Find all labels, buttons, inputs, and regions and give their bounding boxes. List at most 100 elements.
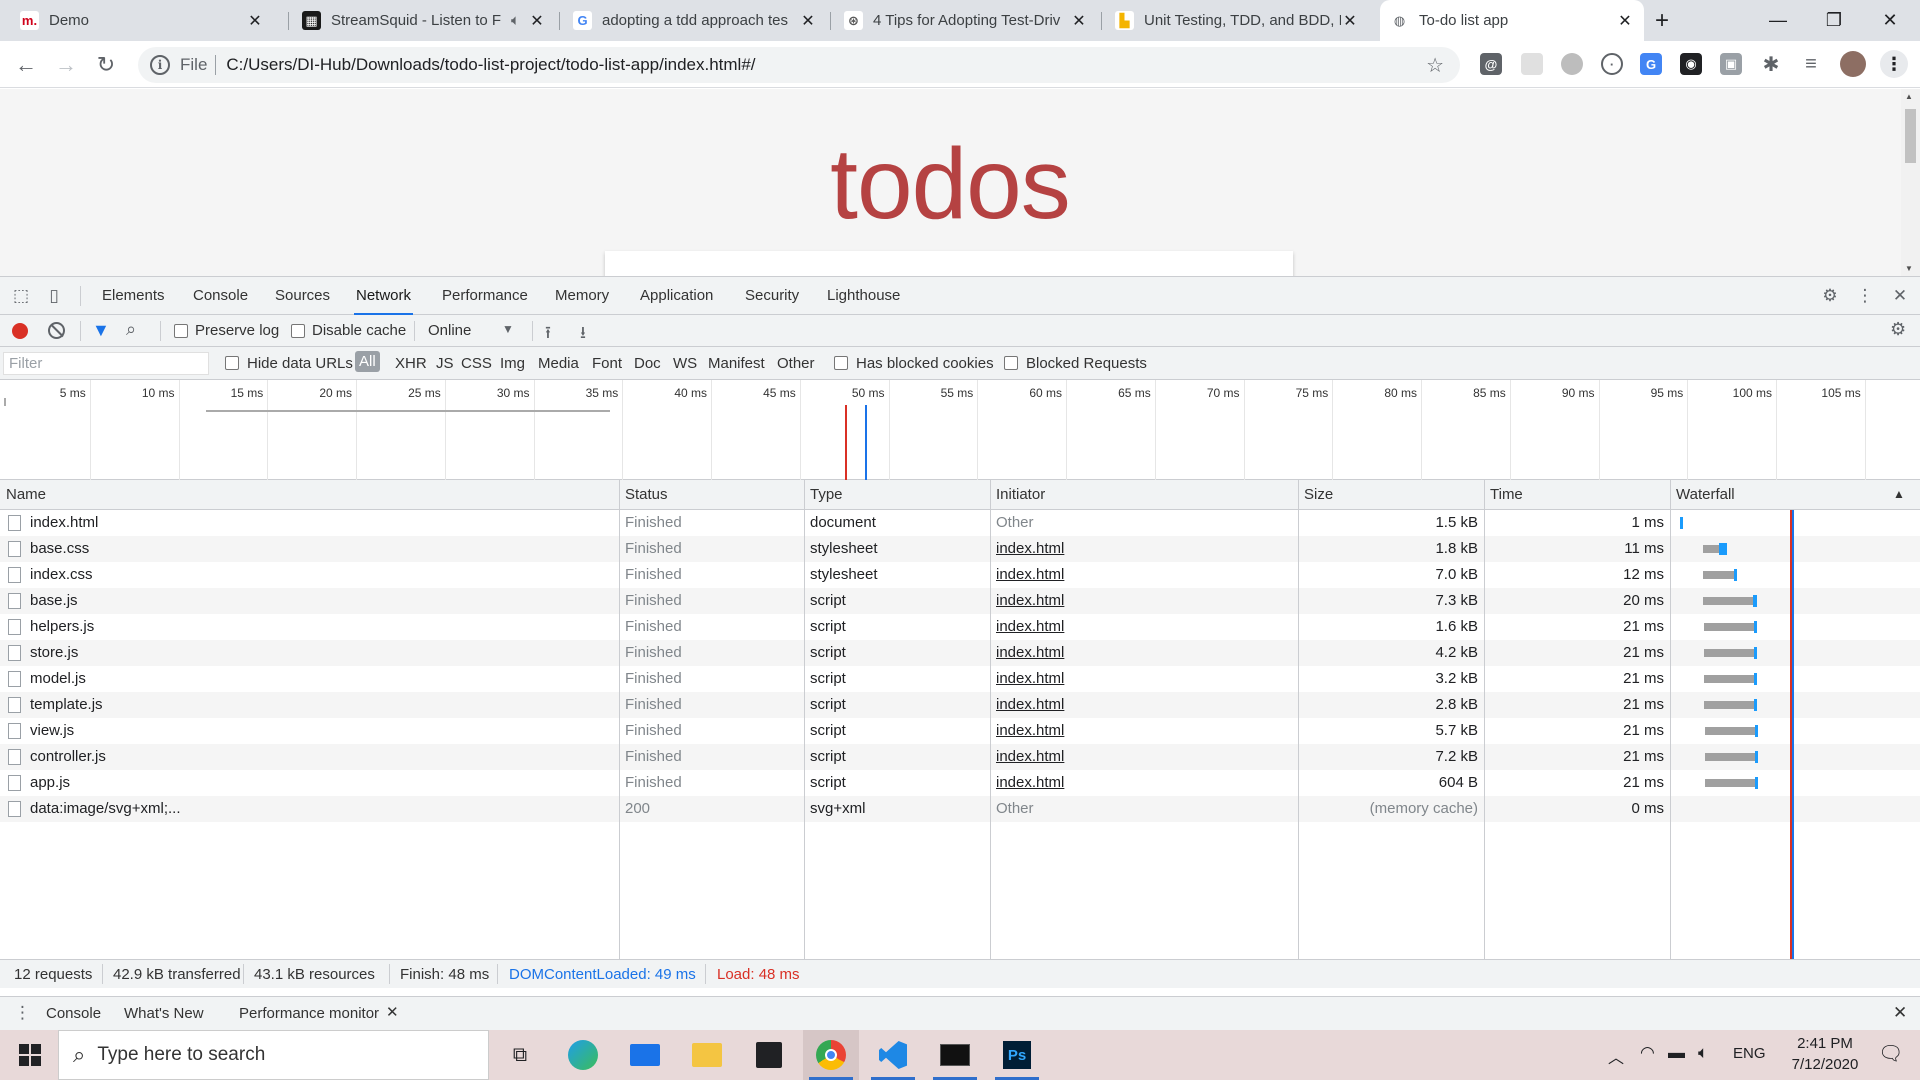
table-row[interactable]: index.html Finished document Other 1.5 kB 1 m… bbox=[0, 510, 1920, 536]
filter-type-css[interactable]: CSS bbox=[461, 355, 492, 372]
table-row[interactable]: view.js Finished script index.html 5.7 kB 21 … bbox=[0, 718, 1920, 744]
camera-icon[interactable]: ◉ bbox=[1680, 53, 1702, 75]
filter-type-ws[interactable]: WS bbox=[673, 355, 697, 372]
column-header-initiator[interactable]: Initiator bbox=[990, 480, 1298, 510]
page-scrollbar[interactable]: ▲ ▼ bbox=[1901, 89, 1920, 276]
url-text[interactable]: C:/Users/DI-Hub/Downloads/todo-list-proj… bbox=[226, 55, 755, 75]
cell-initiator[interactable]: index.html bbox=[996, 640, 1292, 666]
extension-icon[interactable] bbox=[1521, 53, 1543, 75]
close-tab-icon[interactable]: ✕ bbox=[1341, 11, 1359, 31]
scroll-down-icon[interactable]: ▼ bbox=[1905, 264, 1913, 273]
has-blocked-cookies-checkbox[interactable] bbox=[834, 356, 848, 370]
task-view-icon[interactable]: ⧉ bbox=[492, 1030, 548, 1080]
network-icon[interactable]: ◠ bbox=[1640, 1043, 1655, 1063]
cell-initiator[interactable]: index.html bbox=[996, 588, 1292, 614]
cell-initiator[interactable]: index.html bbox=[996, 718, 1292, 744]
reload-button[interactable]: ↻ bbox=[86, 41, 126, 88]
store-icon[interactable] bbox=[741, 1030, 797, 1080]
settings-gear-icon[interactable]: ⚙ bbox=[1820, 286, 1840, 306]
table-row[interactable]: model.js Finished script index.html 3.2 kB 21… bbox=[0, 666, 1920, 692]
close-devtools-icon[interactable]: ✕ bbox=[1890, 286, 1910, 306]
filter-type-xhr[interactable]: XHR bbox=[395, 355, 427, 372]
cell-name[interactable]: app.js bbox=[30, 770, 615, 796]
volume-icon[interactable]: 🔈︎ bbox=[1698, 1043, 1708, 1063]
filter-icon[interactable]: ▼ bbox=[92, 320, 110, 341]
devtools-tab-elements[interactable]: Elements bbox=[100, 277, 167, 315]
browser-tab[interactable]: ▙ Unit Testing, TDD, and BDD, I ✕ bbox=[1105, 0, 1369, 41]
scrollbar-thumb[interactable] bbox=[1905, 109, 1916, 163]
translate-icon[interactable]: G bbox=[1640, 53, 1662, 75]
cell-initiator[interactable]: index.html bbox=[996, 692, 1292, 718]
back-button[interactable]: ← bbox=[6, 41, 46, 88]
photoshop-icon[interactable]: Ps bbox=[989, 1030, 1045, 1080]
cell-initiator[interactable]: index.html bbox=[996, 536, 1292, 562]
forward-button[interactable]: → bbox=[46, 41, 86, 88]
maximize-window-icon[interactable]: ❐ bbox=[1806, 0, 1862, 41]
cell-initiator[interactable]: index.html bbox=[996, 744, 1292, 770]
cell-initiator[interactable]: index.html bbox=[996, 770, 1292, 796]
media-control-icon[interactable]: ≡ bbox=[1800, 53, 1822, 75]
cell-name[interactable]: data:image/svg+xml;... bbox=[30, 796, 615, 822]
throttling-select[interactable]: Online bbox=[428, 322, 471, 339]
taskbar-search-box[interactable]: ⌕ Type here to search bbox=[58, 1030, 489, 1080]
edge-icon[interactable] bbox=[555, 1030, 611, 1080]
bookmark-star-icon[interactable]: ☆ bbox=[1426, 53, 1444, 78]
table-row[interactable]: base.css Finished stylesheet index.html 1.8 … bbox=[0, 536, 1920, 562]
address-bar[interactable]: i File C:/Users/DI-Hub/Downloads/todo-li… bbox=[138, 47, 1460, 83]
profile-avatar[interactable] bbox=[1840, 51, 1866, 77]
extension-icon[interactable]: · bbox=[1601, 53, 1623, 75]
filter-type-manifest[interactable]: Manifest bbox=[708, 355, 765, 372]
table-row[interactable]: helpers.js Finished script index.html 1.6 kB… bbox=[0, 614, 1920, 640]
browser-tab[interactable]: Gadopting a tdd approach tes ✕ bbox=[563, 0, 827, 41]
disable-cache-checkbox[interactable] bbox=[291, 324, 305, 338]
inspect-element-icon[interactable]: ⬚ bbox=[11, 286, 31, 306]
cell-initiator[interactable]: index.html bbox=[996, 614, 1292, 640]
column-header-type[interactable]: Type bbox=[804, 480, 990, 510]
close-tab-icon[interactable]: ✕ bbox=[1070, 11, 1088, 31]
device-toolbar-icon[interactable]: ▯ bbox=[44, 286, 64, 306]
close-tab-icon[interactable]: ✕ bbox=[528, 11, 546, 31]
filter-type-all[interactable]: All bbox=[355, 351, 380, 372]
devtools-tab-performance[interactable]: Performance bbox=[440, 277, 530, 315]
todo-app-container[interactable] bbox=[605, 251, 1293, 276]
close-drawer-tab-icon[interactable]: ✕ bbox=[386, 1003, 399, 1021]
battery-icon[interactable]: ▬ bbox=[1668, 1043, 1685, 1063]
info-icon[interactable]: i bbox=[150, 55, 170, 75]
devtools-tab-sources[interactable]: Sources bbox=[273, 277, 332, 315]
show-hidden-icons[interactable]: ︿ bbox=[1608, 1044, 1624, 1068]
drawer-tab-whats-new[interactable]: What's New bbox=[124, 1005, 204, 1022]
preserve-log-checkbox[interactable] bbox=[174, 324, 188, 338]
devtools-tab-application[interactable]: Application bbox=[638, 277, 715, 315]
language-indicator[interactable]: ENG bbox=[1733, 1045, 1766, 1062]
notifications-icon[interactable]: 🗨︎ bbox=[1878, 1041, 1903, 1066]
cell-name[interactable]: view.js bbox=[30, 718, 615, 744]
drawer-menu-icon[interactable]: ⋮ bbox=[14, 1003, 31, 1023]
minimize-window-icon[interactable]: — bbox=[1750, 0, 1806, 41]
devtools-tab-network[interactable]: Network bbox=[354, 277, 414, 315]
drawer-tab-console[interactable]: Console bbox=[46, 1005, 101, 1022]
cell-name[interactable]: index.html bbox=[30, 510, 615, 536]
column-header-status[interactable]: Status bbox=[619, 480, 804, 510]
close-tab-icon[interactable]: ✕ bbox=[246, 11, 264, 31]
export-har-icon[interactable]: ⭳ bbox=[580, 320, 586, 349]
devtools-tab-security[interactable]: Security bbox=[743, 277, 801, 315]
timeline-overview[interactable]: 5 ms 10 ms 15 ms 20 ms 25 ms 30 ms 35 ms 40 ms 4… bbox=[0, 380, 1920, 480]
hide-data-urls-checkbox[interactable] bbox=[225, 356, 239, 370]
cell-name[interactable]: index.css bbox=[30, 562, 615, 588]
filter-type-doc[interactable]: Doc bbox=[634, 355, 661, 372]
network-settings-icon[interactable]: ⚙ bbox=[1890, 319, 1906, 340]
mail-icon[interactable] bbox=[617, 1030, 673, 1080]
browser-tab[interactable]: ◍ To-do list app ✕ bbox=[1380, 0, 1644, 41]
table-row[interactable]: app.js Finished script index.html 604 B 21 ms bbox=[0, 770, 1920, 796]
filter-type-other[interactable]: Other bbox=[777, 355, 815, 372]
start-button[interactable] bbox=[2, 1030, 58, 1080]
column-header-name[interactable]: Name bbox=[0, 480, 619, 510]
cell-initiator[interactable]: index.html bbox=[996, 666, 1292, 692]
cell-name[interactable]: template.js bbox=[30, 692, 615, 718]
table-row[interactable]: template.js Finished script index.html 2.8 k… bbox=[0, 692, 1920, 718]
browser-tab[interactable]: ⊛ 4 Tips for Adopting Test-Driv ✕ bbox=[834, 0, 1098, 41]
import-har-icon[interactable]: ⭱ bbox=[545, 320, 551, 349]
column-header-time[interactable]: Time bbox=[1484, 480, 1670, 510]
extension-icon[interactable]: ▣ bbox=[1720, 53, 1742, 75]
drawer-tab-performance-monitor[interactable]: Performance monitor bbox=[239, 1005, 379, 1022]
